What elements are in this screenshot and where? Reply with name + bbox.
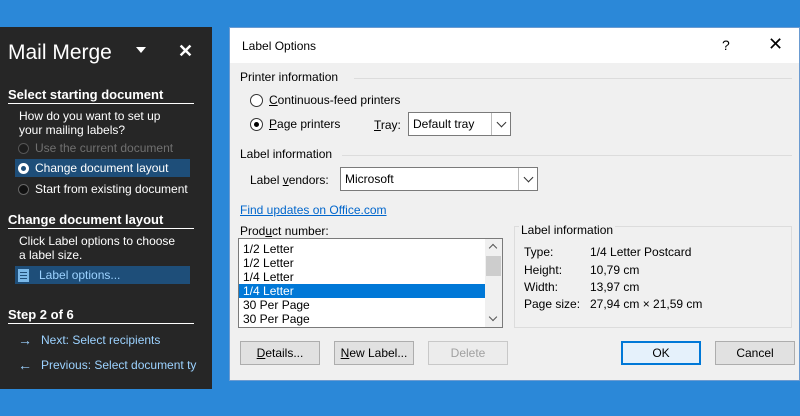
- product-list-item[interactable]: 1/4 Letter: [239, 284, 485, 298]
- radio-change-document-layout[interactable]: Change document layout: [15, 159, 190, 177]
- close-icon[interactable]: ✕: [768, 34, 783, 55]
- new-label-label: New Label...: [340, 346, 408, 360]
- tray-select[interactable]: Default tray: [408, 112, 511, 136]
- radio-circle-icon: [18, 183, 29, 195]
- screen: { "pane": { "title": "Mail Merge", "sec1…: [0, 0, 800, 416]
- radio-label: Start from existing document: [35, 182, 188, 196]
- label-information-box-title: Label information: [519, 223, 616, 237]
- label-options-text: Label options...: [39, 268, 121, 282]
- dialog-title: Label Options: [242, 39, 317, 53]
- radio-continuous-feed-printers[interactable]: Continuous-feed printers: [250, 93, 400, 107]
- layout-description-line2: a label size.: [19, 248, 83, 262]
- label-options-dialog: Label Options ? ✕ Printer information Co…: [229, 27, 800, 381]
- info-width-key: Width:: [524, 280, 559, 294]
- mail-merge-pane: Mail Merge ✕ Select starting document Ho…: [0, 27, 212, 389]
- vendor-value: Microsoft: [345, 172, 394, 186]
- delete-button[interactable]: Delete: [428, 341, 508, 365]
- section-change-document-layout: Change document layout: [8, 212, 194, 229]
- details-button[interactable]: Details...: [240, 341, 320, 365]
- radio-circle-icon: [18, 142, 29, 154]
- scroll-down-icon[interactable]: [488, 312, 498, 322]
- setup-question-line2: your mailing labels?: [19, 123, 126, 137]
- tray-label: Tray:: [374, 118, 401, 132]
- info-width-value: 13,97 cm: [590, 280, 640, 294]
- document-icon: [18, 268, 29, 282]
- arrow-right-icon: →: [18, 332, 32, 348]
- product-list-item[interactable]: 30 Per Page: [239, 312, 485, 326]
- find-updates-link[interactable]: Find updates on Office.com: [240, 203, 387, 217]
- next-step-link[interactable]: → Next: Select recipients: [18, 332, 160, 348]
- product-number-list[interactable]: 1/2 Letter 1/2 Letter 1/4 Letter 1/4 Letter…: [238, 238, 503, 328]
- previous-step-link[interactable]: ← Previous: Select document ty: [18, 357, 196, 373]
- label-information-box: [514, 226, 792, 328]
- product-list-item[interactable]: 1/4 Letter: [239, 270, 485, 284]
- setup-question-line1: How do you want to set up: [19, 109, 161, 123]
- product-list-item[interactable]: 30 Per Page: [239, 298, 485, 312]
- arrow-left-icon: ←: [18, 357, 32, 373]
- help-icon[interactable]: ?: [722, 37, 730, 53]
- details-label: Details...: [256, 346, 304, 360]
- info-height-value: 10,79 cm: [590, 263, 640, 277]
- printer-information-heading: Printer information: [240, 70, 339, 84]
- info-page-size-key: Page size:: [524, 297, 581, 311]
- product-list-item[interactable]: 1/2 Letter: [239, 242, 485, 256]
- label-vendors-label: Label vendors:: [250, 173, 329, 187]
- ok-button[interactable]: OK: [621, 341, 701, 365]
- dialog-titlebar: Label Options ? ✕: [230, 28, 799, 63]
- pane-menu-caret-icon[interactable]: [136, 47, 146, 53]
- label-vendors-select[interactable]: Microsoft: [340, 167, 538, 191]
- radio-label: Use the current document: [35, 141, 174, 155]
- radio-label: Page printers: [269, 117, 341, 131]
- chevron-down-icon[interactable]: [518, 168, 537, 190]
- cancel-button[interactable]: Cancel: [715, 341, 795, 365]
- info-type-key: Type:: [524, 245, 554, 259]
- product-number-label: Product number:: [240, 224, 329, 238]
- radio-circle-icon: [250, 93, 263, 107]
- radio-label: Change document layout: [35, 161, 169, 175]
- chevron-down-icon[interactable]: [491, 113, 510, 135]
- next-step-label: Next: Select recipients: [41, 333, 161, 347]
- info-height-key: Height:: [524, 263, 563, 277]
- group-divider: [342, 155, 792, 156]
- radio-page-printers[interactable]: Page printers: [250, 117, 340, 131]
- radio-start-existing-document[interactable]: Start from existing document: [18, 180, 188, 198]
- radio-selected-icon: [250, 117, 263, 131]
- new-label-button[interactable]: New Label...: [334, 341, 414, 365]
- radio-use-current-document: Use the current document: [18, 139, 173, 157]
- step-indicator: Step 2 of 6: [8, 307, 194, 324]
- label-options-link[interactable]: Label options...: [15, 266, 190, 284]
- group-divider: [354, 78, 792, 79]
- layout-description-line1: Click Label options to choose: [19, 234, 176, 248]
- info-type-value: 1/4 Letter Postcard: [590, 245, 692, 259]
- pane-title: Mail Merge: [8, 41, 112, 64]
- section-select-starting-document: Select starting document: [8, 87, 194, 104]
- info-page-size-value: 27,94 cm × 21,59 cm: [590, 297, 703, 311]
- list-scrollbar[interactable]: [485, 239, 502, 327]
- label-information-heading: Label information: [240, 147, 333, 161]
- scroll-thumb[interactable]: [486, 256, 501, 276]
- pane-close-icon[interactable]: ✕: [178, 41, 193, 62]
- radio-selected-icon: [18, 162, 29, 174]
- tray-value: Default tray: [413, 117, 475, 131]
- radio-label: Continuous-feed printers: [269, 93, 401, 107]
- previous-step-label: Previous: Select document ty: [41, 358, 197, 372]
- scroll-up-icon[interactable]: [488, 243, 498, 253]
- product-list-item[interactable]: 1/2 Letter: [239, 256, 485, 270]
